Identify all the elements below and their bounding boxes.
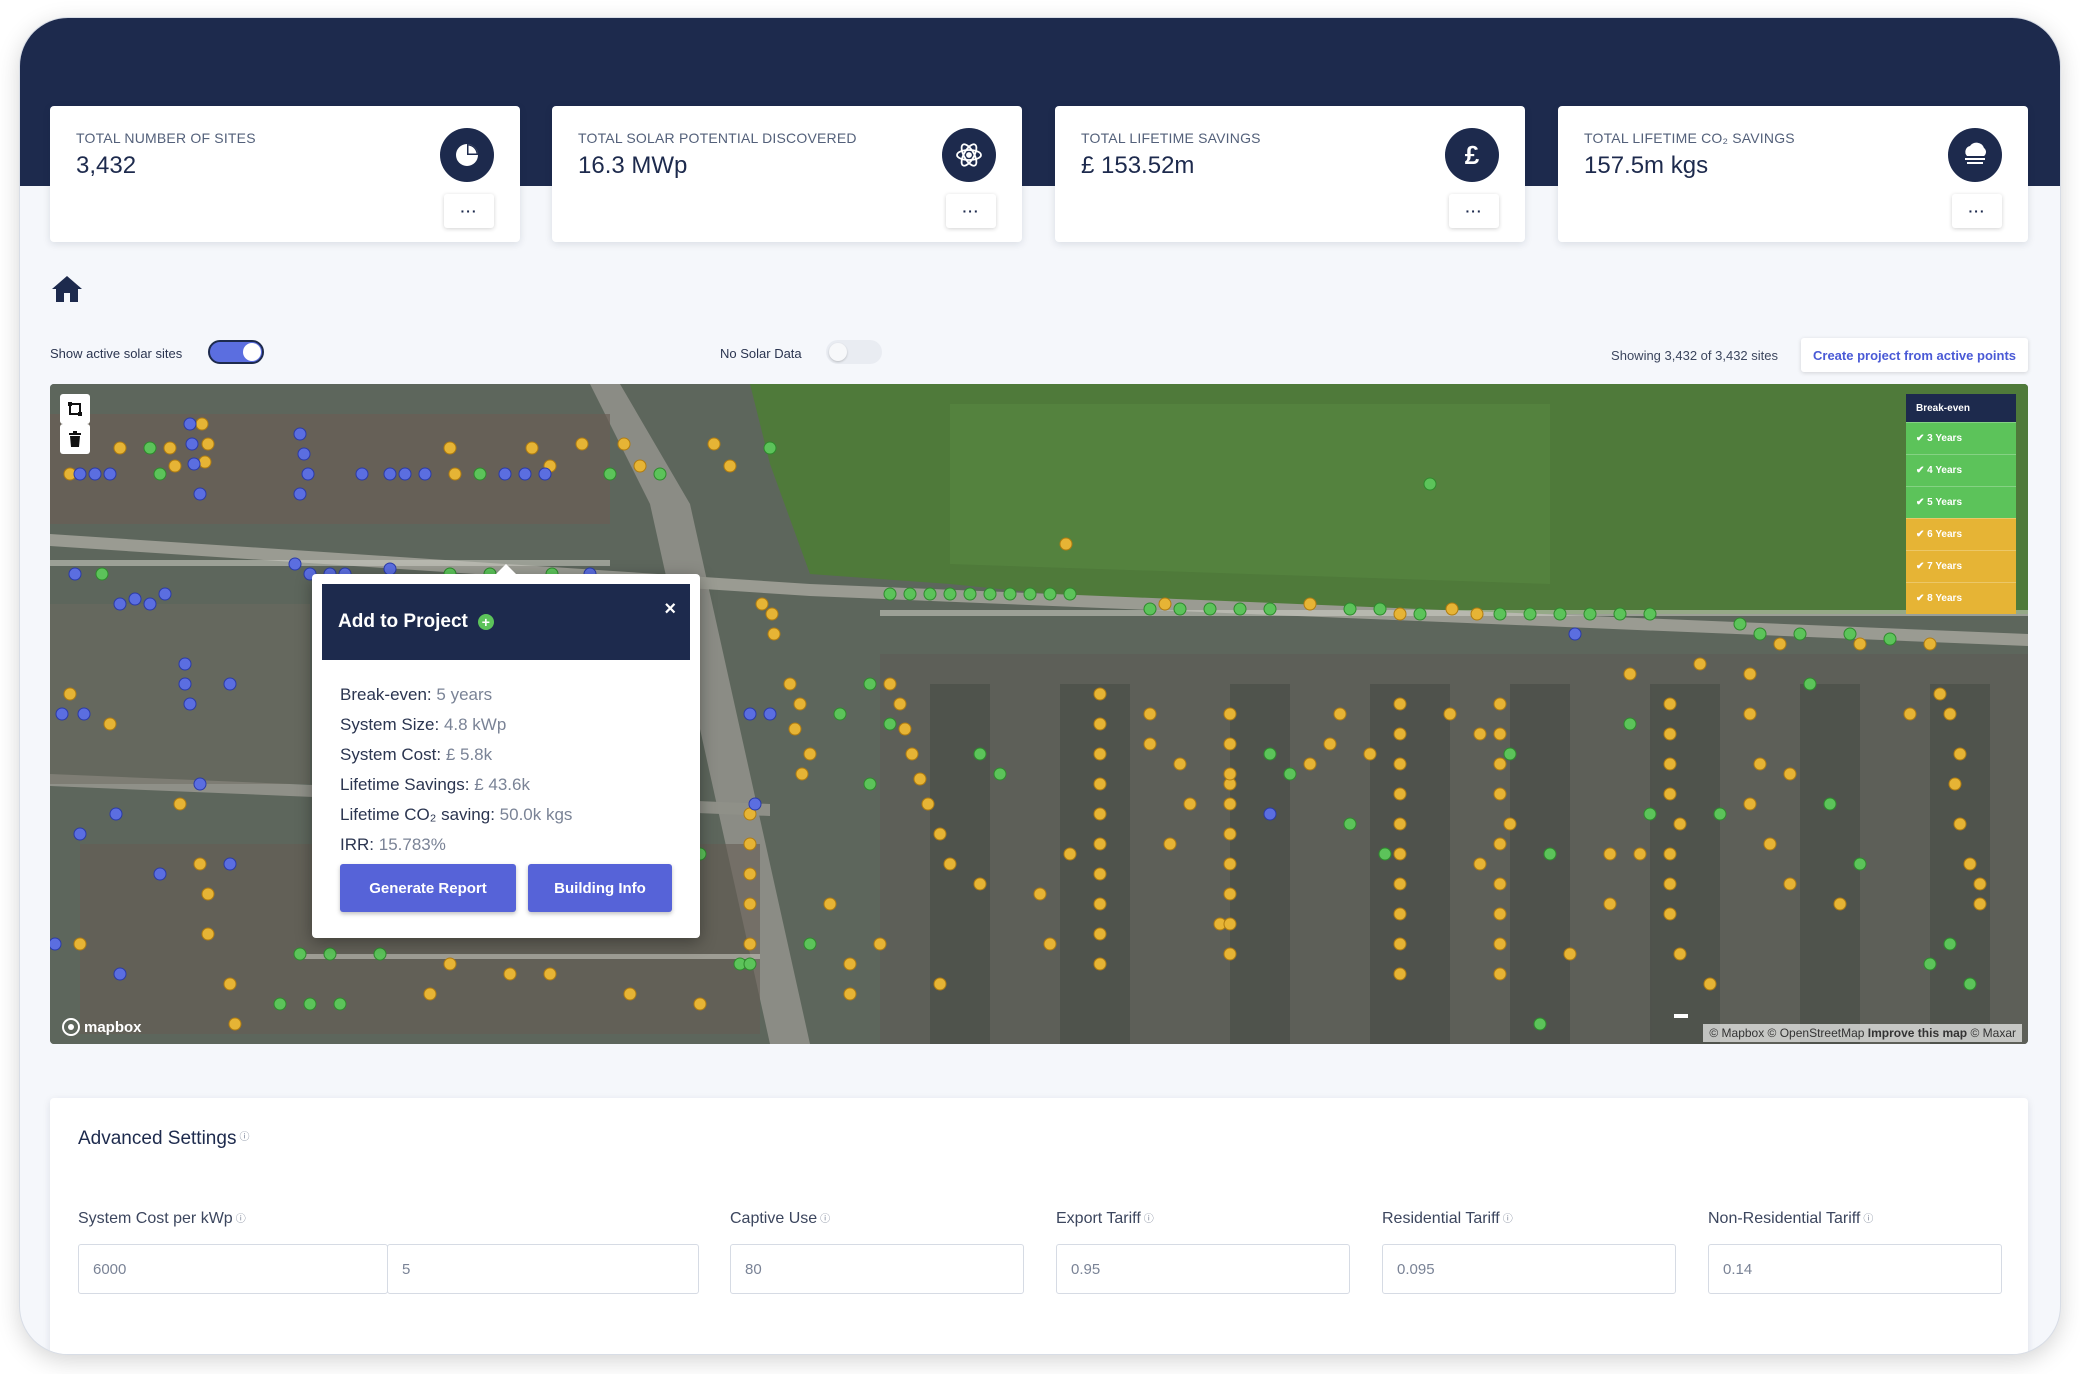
stat-card-sites: TOTAL NUMBER OF SITES 3,432 ···: [50, 106, 520, 242]
detail-break-even: Break-even: 5 years: [340, 685, 493, 704]
attribution-maxar: © Maxar: [1967, 1026, 2016, 1040]
info-icon[interactable]: ⓘ: [1503, 1210, 1513, 1225]
legend-item-7-years[interactable]: ✔ 7 Years: [1906, 550, 2016, 582]
system-cost-secondary-input[interactable]: 5: [387, 1244, 699, 1294]
stat-value: 16.3 MWp: [578, 152, 688, 179]
pie-chart-icon: [440, 128, 494, 182]
stat-label: TOTAL SOLAR POTENTIAL DISCOVERED: [578, 130, 857, 146]
mapbox-logo[interactable]: mapbox: [62, 1018, 142, 1036]
info-icon[interactable]: ⓘ: [1863, 1210, 1873, 1225]
active-sites-toggle[interactable]: [208, 340, 264, 364]
detail-lifetime-savings: Lifetime Savings: £ 43.6k: [340, 775, 530, 794]
site-popup: Add to Project + × Break-even: 5 years S…: [312, 564, 700, 938]
residential-tariff-label: Residential Tariff ⓘ: [1382, 1210, 1513, 1227]
info-icon[interactable]: ⓘ: [236, 1210, 246, 1225]
create-project-button[interactable]: Create project from active points: [1801, 338, 2028, 372]
stat-label: TOTAL LIFETIME SAVINGS: [1081, 130, 1261, 146]
stat-card-solar-potential: TOTAL SOLAR POTENTIAL DISCOVERED 16.3 MW…: [552, 106, 1022, 242]
legend-item-6-years[interactable]: ✔ 6 Years: [1906, 518, 2016, 550]
stat-label: TOTAL LIFETIME CO₂ SAVINGS: [1584, 130, 1795, 146]
scale-bar: [1674, 1014, 1688, 1018]
add-to-project-plus-icon[interactable]: +: [477, 614, 494, 630]
legend-item-8-years[interactable]: ✔ 8 Years: [1906, 582, 2016, 614]
export-tariff-input[interactable]: 0.95: [1056, 1244, 1350, 1294]
home-icon[interactable]: [50, 274, 84, 304]
info-icon[interactable]: ⓘ: [1144, 1210, 1154, 1225]
trash-icon[interactable]: [60, 424, 90, 454]
popup-tip: [496, 564, 516, 574]
map-attribution: © Mapbox © OpenStreetMap Improve this ma…: [1703, 1024, 2022, 1042]
popup-title: Add to Project: [338, 611, 468, 632]
popup-header: Add to Project +: [322, 584, 690, 660]
no-solar-toggle[interactable]: [826, 340, 882, 364]
system-cost-input[interactable]: 6000: [78, 1244, 388, 1294]
residential-tariff-input[interactable]: 0.095: [1382, 1244, 1676, 1294]
app-frame: TOTAL NUMBER OF SITES 3,432 ··· TOTAL SO…: [20, 18, 2060, 1354]
captive-use-input[interactable]: 80: [730, 1244, 1024, 1294]
detail-system-cost: System Cost: £ 5.8k: [340, 745, 493, 764]
mapbox-icon: [62, 1018, 80, 1036]
legend-item-3-years[interactable]: ✔ 3 Years: [1906, 422, 2016, 454]
stat-value: 157.5m kgs: [1584, 152, 1709, 179]
active-sites-label: Show active solar sites: [50, 346, 183, 361]
detail-system-size: System Size: 4.8 kWp: [340, 715, 507, 734]
export-tariff-label: Export Tariff ⓘ: [1056, 1210, 1154, 1227]
no-solar-label: No Solar Data: [720, 346, 802, 361]
sites-count-text: Showing 3,432 of 3,432 sites: [1611, 348, 1778, 363]
more-button[interactable]: ···: [1449, 194, 1499, 228]
attribution-text: © Mapbox © OpenStreetMap: [1709, 1026, 1868, 1040]
break-even-legend: Break-even ✔ 3 Years ✔ 4 Years ✔ 5 Years…: [1906, 394, 2016, 614]
info-icon[interactable]: ⓘ: [239, 1128, 249, 1143]
legend-item-5-years[interactable]: ✔ 5 Years: [1906, 486, 2016, 518]
more-button[interactable]: ···: [946, 194, 996, 228]
non-residential-tariff-input[interactable]: 0.14: [1708, 1244, 2002, 1294]
detail-irr: IRR: 15.783%: [340, 835, 446, 854]
improve-map-link[interactable]: Improve this map: [1868, 1026, 1967, 1040]
popup-details: Break-even: 5 years System Size: 4.8 kWp…: [340, 680, 572, 860]
non-residential-tariff-label: Non-Residential Tariff ⓘ: [1708, 1210, 1874, 1227]
system-cost-label: System Cost per kWp ⓘ: [78, 1210, 246, 1227]
stat-value: 3,432: [76, 152, 137, 179]
more-button[interactable]: ···: [444, 194, 494, 228]
draw-polygon-icon[interactable]: [60, 394, 90, 424]
cloud-icon: [1948, 128, 2002, 182]
pound-icon: £: [1445, 128, 1499, 182]
stat-card-lifetime-savings: TOTAL LIFETIME SAVINGS £ 153.52m £ ···: [1055, 106, 1525, 242]
info-icon[interactable]: ⓘ: [820, 1210, 830, 1225]
stat-label: TOTAL NUMBER OF SITES: [76, 130, 256, 146]
generate-report-button[interactable]: Generate Report: [340, 864, 516, 912]
building-info-button[interactable]: Building Info: [528, 864, 672, 912]
advanced-settings-title: Advanced Settings ⓘ: [78, 1128, 250, 1149]
detail-co2-saving: Lifetime CO₂ saving: 50.0k kgs: [340, 805, 573, 824]
legend-item-4-years[interactable]: ✔ 4 Years: [1906, 454, 2016, 486]
map[interactable]: Break-even ✔ 3 Years ✔ 4 Years ✔ 5 Years…: [50, 384, 2028, 1044]
more-button[interactable]: ···: [1952, 194, 2002, 228]
advanced-settings-panel: Advanced Settings ⓘ System Cost per kWp ⓘ …: [50, 1098, 2028, 1354]
captive-use-label: Captive Use ⓘ: [730, 1210, 831, 1227]
atom-icon: [942, 128, 996, 182]
legend-title: Break-even: [1906, 394, 2016, 422]
stat-card-co2-savings: TOTAL LIFETIME CO₂ SAVINGS 157.5m kgs ··…: [1558, 106, 2028, 242]
close-icon[interactable]: ×: [664, 598, 676, 621]
mapbox-logo-text: mapbox: [84, 1018, 142, 1036]
stat-value: £ 153.52m: [1081, 152, 1195, 179]
